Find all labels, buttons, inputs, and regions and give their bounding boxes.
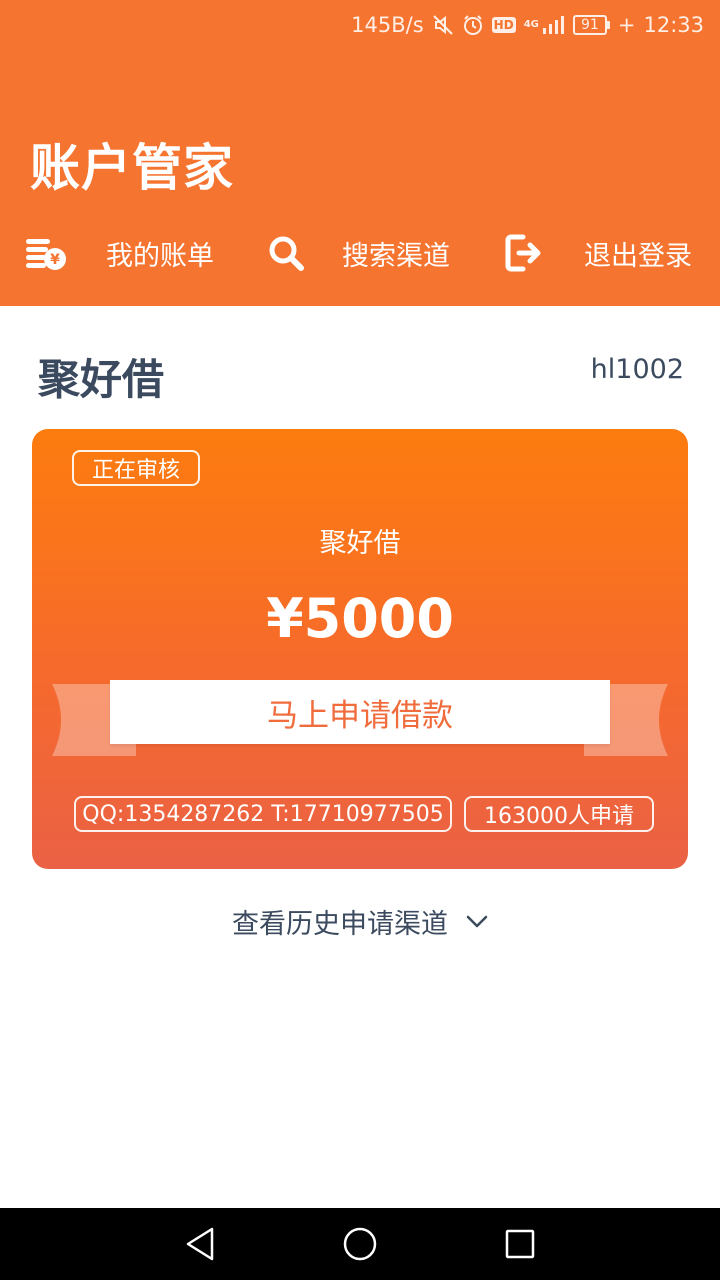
applicant-count: 163000人申请 <box>464 796 654 832</box>
status-badge: 正在审核 <box>72 450 201 486</box>
card-lender-name: 聚好借 <box>319 528 401 559</box>
system-nav-bar <box>0 1208 720 1280</box>
page-title: 账户管家 <box>30 139 234 197</box>
alarm-icon <box>462 14 484 36</box>
nav-label-my-bill: 我的账单 <box>106 240 214 272</box>
chevron-down-icon <box>466 915 488 929</box>
home-button[interactable] <box>342 1226 378 1262</box>
status-bar: 145B/s HD 4G 91 + 12:33 <box>351 10 704 40</box>
battery-icon: 91 <box>572 15 610 35</box>
svg-text:¥: ¥ <box>50 252 60 268</box>
mute-icon <box>432 14 454 36</box>
logout-icon <box>500 229 548 277</box>
nav-label-search: 搜索渠道 <box>342 240 450 272</box>
contact-info: QQ:1354287262 T:17710977505 <box>74 796 452 832</box>
home-icon <box>343 1227 377 1261</box>
history-label: 查看历史申请渠道 <box>232 909 448 940</box>
history-channels-link[interactable]: 查看历史申请渠道 <box>0 902 720 941</box>
loan-amount: ¥5000 <box>266 587 454 650</box>
lender-name: 聚好借 <box>38 355 165 404</box>
bill-coins-icon: ¥ <box>22 229 70 277</box>
search-icon <box>262 229 310 277</box>
user-id: hl1002 <box>590 354 684 385</box>
nav-my-bill[interactable]: ¥ 我的账单 <box>22 222 214 284</box>
back-icon <box>186 1227 214 1261</box>
app-header: 145B/s HD 4G 91 + 12:33 账户管家 ¥ 我的账单 搜索渠道… <box>0 0 720 306</box>
recents-button[interactable] <box>502 1226 538 1262</box>
battery-level: 91 <box>572 15 607 35</box>
hd-icon: HD <box>491 17 516 33</box>
net-speed: 145B/s <box>351 13 424 37</box>
nav-label-logout: 退出登录 <box>584 240 692 272</box>
clock: 12:33 <box>643 13 704 37</box>
network-type: 4G <box>523 19 539 30</box>
apply-loan-button[interactable]: 马上申请借款 <box>110 680 610 744</box>
charging-icon: + <box>617 13 636 37</box>
header-nav: ¥ 我的账单 搜索渠道 退出登录 <box>0 222 720 284</box>
signal-icon: 4G <box>524 15 565 35</box>
nav-search-channel[interactable]: 搜索渠道 <box>262 222 450 284</box>
back-button[interactable] <box>182 1226 218 1262</box>
loan-card[interactable]: 正在审核 聚好借 ¥5000 马上申请借款 QQ:1354287262 T:17… <box>32 429 688 869</box>
recents-icon <box>505 1229 535 1259</box>
nav-logout[interactable]: 退出登录 <box>500 222 692 284</box>
